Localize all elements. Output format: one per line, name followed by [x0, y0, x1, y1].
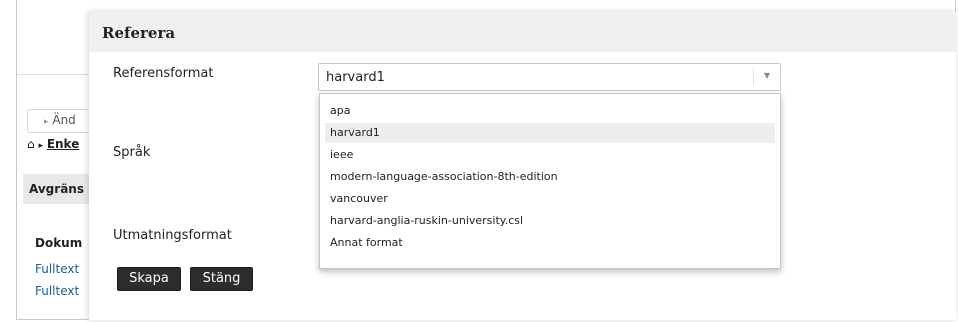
dropdown-option-vancouver[interactable]: vancouver: [325, 189, 775, 209]
dropdown-option-harvard-anglia[interactable]: harvard-anglia-ruskin-university.csl: [325, 211, 775, 231]
cite-dialog: Referera Referensformat Språk Utmatnings…: [89, 12, 956, 320]
output-format-label: Utmatningsformat: [113, 228, 232, 243]
background-page: ▸ Änd ⌂ ▸ Enke Avgräns Dokum Fulltext Fu…: [17, 0, 89, 320]
divider: [17, 74, 89, 75]
dropdown-option-other-format[interactable]: Annat format: [325, 233, 775, 253]
fulltext-link[interactable]: Fulltext: [35, 262, 79, 276]
dropdown-option-mla[interactable]: modern-language-association-8th-edition: [325, 167, 775, 187]
fulltext-link[interactable]: Fulltext: [35, 284, 79, 298]
reference-format-dropdown: apa harvard1 ieee modern-language-associ…: [319, 93, 781, 269]
close-button[interactable]: Stäng: [190, 267, 253, 291]
reference-format-select[interactable]: harvard1 ▼: [318, 63, 781, 91]
documents-heading: Dokum: [35, 236, 83, 250]
triangle-right-icon: ▸: [38, 141, 43, 151]
selected-value: harvard1: [326, 70, 385, 85]
divider: [753, 68, 754, 86]
breadcrumb-link[interactable]: Enke: [47, 137, 80, 151]
change-button[interactable]: ▸ Änd: [27, 109, 89, 133]
create-button[interactable]: Skapa: [117, 267, 181, 291]
dropdown-option-harvard1[interactable]: harvard1: [325, 123, 775, 143]
dialog-title: Referera: [89, 12, 956, 52]
change-label: Änd: [52, 113, 76, 127]
breadcrumb: ⌂ ▸ Enke: [27, 137, 79, 151]
home-icon[interactable]: ⌂: [27, 137, 35, 151]
reference-format-label: Referensformat: [113, 66, 214, 81]
chevron-down-icon[interactable]: ▼: [764, 71, 770, 80]
language-label: Språk: [113, 145, 151, 160]
dropdown-option-apa[interactable]: apa: [325, 101, 775, 121]
dropdown-option-ieee[interactable]: ieee: [325, 145, 775, 165]
limit-heading: Avgräns: [23, 174, 89, 204]
triangle-right-icon: ▸: [44, 117, 49, 127]
